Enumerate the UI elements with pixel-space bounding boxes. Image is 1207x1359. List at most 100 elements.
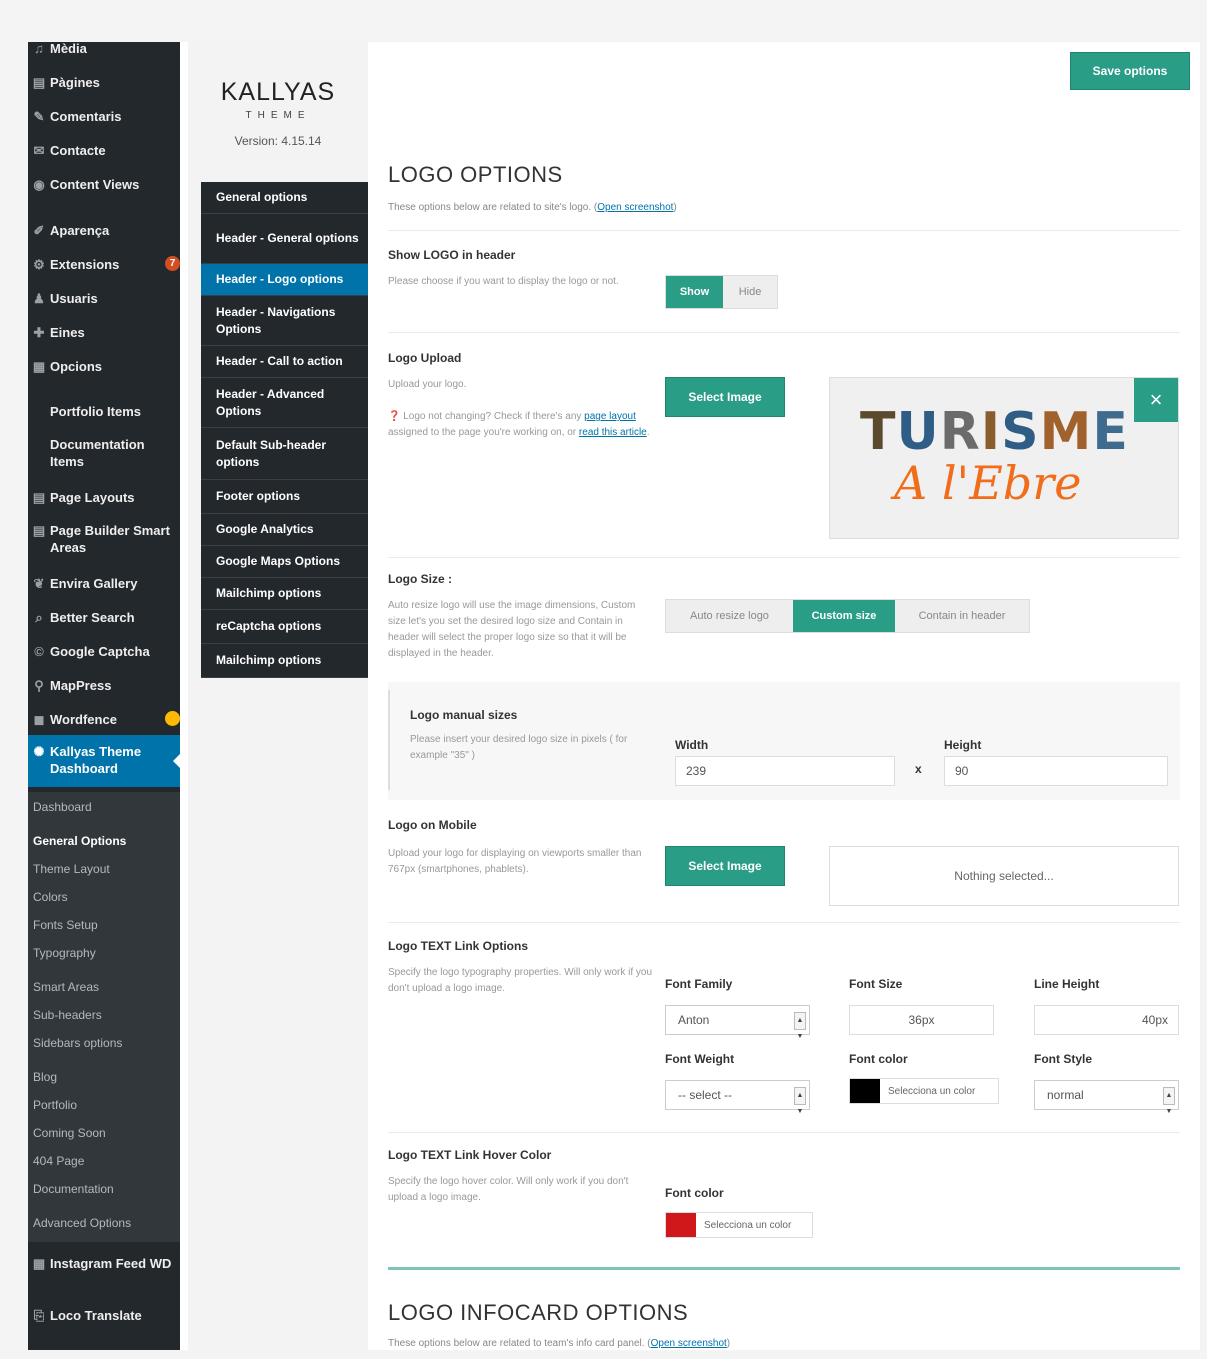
submenu-item[interactable]: Smart Areas: [33, 980, 99, 994]
sidebar-item[interactable]: ✐ Aparença: [28, 222, 180, 239]
sidebar-item[interactable]: ♫ Mèdia: [28, 42, 180, 57]
hover-color-description: Specify the logo hover color. Will only …: [388, 1176, 629, 1203]
sidebar-item-label: Page Layouts: [50, 490, 135, 505]
options-nav-item[interactable]: Header - Advanced Options: [201, 378, 368, 428]
font-weight-select[interactable]: -- select -- ▲ ▼: [665, 1080, 810, 1115]
submenu-item[interactable]: Sidebars options: [33, 1036, 122, 1050]
sidebar-item-label: Pàgines: [50, 75, 100, 90]
logo-mobile-title: Logo on Mobile: [388, 818, 477, 832]
menu-icon: ⎘: [33, 1308, 45, 1323]
sidebar-item-label: MapPress: [50, 678, 112, 693]
submenu-item[interactable]: Coming Soon: [33, 1126, 106, 1140]
custom-size-option[interactable]: Custom size: [793, 600, 895, 632]
logo-manual-sizes-panel: Logo manual sizes Please insert your des…: [388, 682, 1180, 800]
font-color-picker[interactable]: Selecciona un color: [849, 1078, 999, 1104]
submenu-item[interactable]: Typography: [33, 946, 96, 960]
submenu-item[interactable]: Sub-headers: [33, 1008, 102, 1022]
save-options-button[interactable]: Save options: [1070, 52, 1190, 90]
sidebar-submenu: Dashboard General Options Theme Layout Colo…: [28, 792, 180, 1242]
read-article-link[interactable]: read this article: [579, 427, 647, 438]
options-nav-item[interactable]: Google Maps Options: [201, 546, 368, 578]
remove-logo-button[interactable]: ×: [1134, 378, 1178, 422]
sidebar-item[interactable]: ⚙ Extensions 7: [28, 256, 180, 273]
sidebar-item[interactable]: ▤ Page Builder Smart Areas: [28, 522, 180, 556]
sidebar-item[interactable]: ❦ Envira Gallery: [28, 575, 180, 592]
options-nav-item[interactable]: reCaptcha options: [201, 610, 368, 644]
width-input[interactable]: 239: [675, 756, 895, 786]
hover-color-title: Logo TEXT Link Hover Color: [388, 1148, 552, 1162]
submenu-item[interactable]: Theme Layout: [33, 862, 110, 876]
sidebar-item[interactable]: ▦ Instagram Feed WD: [28, 1255, 180, 1272]
sidebar-item[interactable]: ⎘ Loco Translate: [28, 1307, 180, 1324]
options-nav-item[interactable]: Header - Navigations Options: [201, 296, 368, 346]
sidebar-item[interactable]: ◼ Wordfence: [28, 711, 180, 728]
options-nav-item[interactable]: Footer options: [201, 480, 368, 514]
select-mobile-logo-button[interactable]: Select Image: [665, 846, 785, 886]
font-style-select[interactable]: normal ▲ ▼: [1034, 1080, 1179, 1115]
sidebar-item[interactable]: ♟ Usuaris: [28, 290, 180, 307]
options-nav-item[interactable]: Header - Call to action: [201, 346, 368, 378]
hide-option[interactable]: Hide: [723, 276, 777, 308]
sidebar-item[interactable]: ✉ Contacte: [28, 142, 180, 159]
sidebar-item[interactable]: ✎ Comentaris: [28, 108, 180, 125]
sidebar-item[interactable]: ⌕ Better Search: [28, 609, 180, 626]
submenu-item[interactable]: Portfolio: [33, 1098, 77, 1112]
contain-in-header-option[interactable]: Contain in header: [895, 600, 1029, 632]
sidebar-item-label: Mèdia: [50, 42, 87, 56]
submenu-item[interactable]: General Options: [33, 834, 126, 848]
sidebar-item[interactable]: © Google Captcha: [28, 643, 180, 660]
logo-upload-title: Logo Upload: [388, 351, 462, 365]
menu-icon: ⚲: [34, 678, 44, 693]
options-nav-item[interactable]: Mailchimp options: [201, 644, 368, 678]
font-family-select[interactable]: Anton ▲ ▼: [665, 1005, 810, 1040]
submenu-item[interactable]: Colors: [33, 890, 68, 904]
options-nav-item[interactable]: Mailchimp options: [201, 578, 368, 610]
font-color-label: Font color: [849, 1052, 908, 1066]
options-nav-item[interactable]: Header - Logo options: [201, 264, 368, 296]
sidebar-item[interactable]: ◉ Content Views: [28, 176, 180, 193]
sidebar-item-label: Kallyas Theme Dashboard: [50, 744, 142, 776]
sidebar-item[interactable]: ▤ Page Layouts: [28, 489, 180, 506]
submenu-item[interactable]: Documentation: [33, 1182, 114, 1196]
sidebar-item[interactable]: ▤ Pàgines: [28, 74, 180, 91]
font-size-input[interactable]: 36px: [849, 1005, 994, 1035]
kallyas-theme-word: THEME: [245, 110, 311, 121]
hover-font-color-picker[interactable]: Selecciona un color: [665, 1212, 813, 1238]
show-option[interactable]: Show: [666, 276, 723, 308]
sidebar-item-kallyas-theme-dashboard[interactable]: ✺ Kallyas Theme Dashboard: [28, 735, 180, 787]
submenu-item[interactable]: Fonts Setup: [33, 918, 98, 932]
sidebar-item[interactable]: ▦ Opcions: [28, 358, 180, 375]
select-logo-button[interactable]: Select Image: [665, 377, 785, 417]
menu-icon: ♟: [33, 291, 45, 306]
menu-icon: ▤: [32, 490, 46, 505]
submenu-item[interactable]: Advanced Options: [33, 1216, 131, 1230]
auto-resize-option[interactable]: Auto resize logo: [666, 600, 793, 632]
submenu-item[interactable]: Blog: [33, 1070, 57, 1084]
font-style-label: Font Style: [1034, 1052, 1093, 1066]
sidebar-item[interactable]: ⚲ MapPress: [28, 677, 180, 694]
width-label: Width: [675, 738, 709, 752]
kallyas-icon: ✺: [33, 744, 45, 759]
sidebar-item-label: Extensions: [50, 257, 120, 272]
text-link-description: Specify the logo typography properties. …: [388, 967, 653, 994]
options-nav-item[interactable]: Default Sub-header options: [201, 428, 368, 480]
show-logo-title: Show LOGO in header: [388, 248, 516, 262]
submenu-item[interactable]: 404 Page: [33, 1154, 84, 1168]
dropdown-arrow-icon: ▲ ▼: [794, 1012, 806, 1040]
open-screenshot-link[interactable]: Open screenshot: [597, 202, 673, 213]
submenu-item[interactable]: Dashboard: [33, 800, 92, 814]
separator: [388, 230, 1180, 231]
options-nav-item[interactable]: General options: [201, 182, 368, 214]
line-height-input[interactable]: 40px: [1034, 1005, 1179, 1035]
sidebar-item[interactable]: Portfolio Items: [28, 403, 180, 420]
sidebar-item[interactable]: Documentation Items: [28, 436, 180, 470]
page-layout-link[interactable]: page layout: [584, 411, 636, 422]
sidebar-item[interactable]: ✚ Eines: [28, 324, 180, 341]
options-nav-item[interactable]: Google Analytics: [201, 514, 368, 546]
height-input[interactable]: 90: [944, 756, 1168, 786]
logo-upload-note: ❓ Logo not changing? Check if there's an…: [388, 411, 650, 438]
open-screenshot-link[interactable]: Open screenshot: [651, 1338, 727, 1349]
logo-options-description: These options below are related to site'…: [388, 202, 677, 213]
options-nav-item[interactable]: Header - General options: [201, 214, 368, 264]
menu-icon: ✐: [33, 223, 45, 238]
